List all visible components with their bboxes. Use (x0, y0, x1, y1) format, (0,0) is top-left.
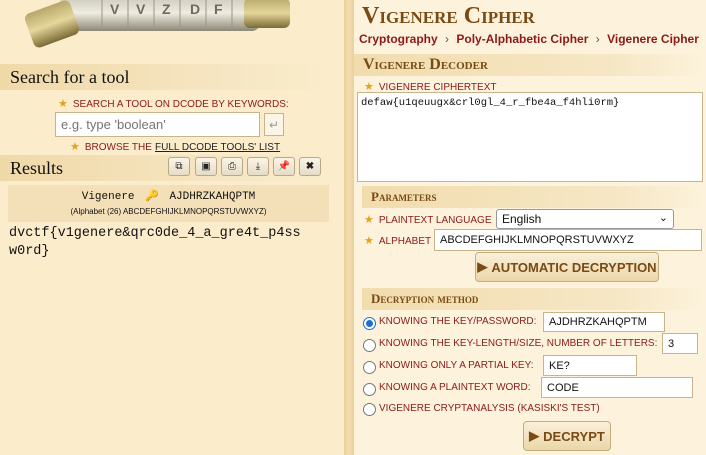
plaintext-word-input[interactable] (541, 377, 693, 398)
result-output-line: dvctf{v1genere&qrc0de_4_a_gre4t_p4ss (9, 226, 301, 241)
play-icon: ▶ (477, 259, 488, 274)
copy-icon[interactable]: ⧉ (168, 157, 190, 176)
browse-tools-line: ★ BROWSE THE FULL DCODE TOOLS' LIST (70, 141, 281, 153)
key-length-label: KNOWING THE KEY-LENGTH/SIZE, NUMBER OF L… (379, 338, 658, 349)
partial-key-label: KNOWING ONLY A PARTIAL KEY: (379, 360, 534, 371)
page-title: Vigenere Cipher (362, 3, 535, 29)
star-icon: ★ (364, 235, 374, 247)
star-icon: ★ (364, 214, 374, 226)
download-icon[interactable]: ⤓ (247, 157, 269, 176)
cryptanalysis-label: VIGENERE CRYPTANALYSIS (KASISKI'S TEST) (379, 403, 600, 414)
results-title: Results (10, 157, 64, 178)
plaintext-language-select[interactable]: English ⌄ (496, 209, 674, 229)
svg-text:F: F (214, 1, 223, 17)
svg-text:V: V (136, 1, 146, 17)
decryption-method-heading: Decryption method (362, 288, 706, 310)
pin-icon[interactable]: 📌 (273, 157, 295, 176)
decrypt-button[interactable]: ▶ DECRYPT (523, 421, 611, 451)
breadcrumb: Cryptography › Poly-Alphabetic Cipher › … (359, 32, 699, 46)
radio-knowing-key[interactable] (363, 317, 376, 330)
save-icon[interactable]: ▣ (195, 157, 217, 176)
radio-key-length[interactable] (363, 339, 376, 352)
panel-divider (344, 0, 354, 455)
play-icon: ▶ (529, 428, 540, 443)
parameters-heading: Parameters (362, 186, 706, 208)
selected-language: English (502, 212, 542, 226)
full-tools-list-link[interactable]: FULL DCODE TOOLS' LIST (155, 142, 280, 153)
plaintext-language-label: ★ PLAINTEXT LANGUAGE (364, 214, 492, 226)
svg-text:Z: Z (162, 1, 171, 17)
radio-plaintext-word[interactable] (363, 383, 376, 396)
plaintext-word-label: KNOWING A PLAINTEXT WORD: (379, 382, 531, 393)
radio-cryptanalysis[interactable] (363, 403, 376, 416)
decrypt-label: DECRYPT (543, 428, 605, 444)
right-panel: Vigenere Cipher Cryptography › Poly-Alph… (354, 0, 706, 455)
ciphertext-textarea[interactable]: defaw{u1qeuugx&crl0gl_4_r_fbe4a_f4hli0rm… (357, 92, 703, 182)
cryptex-logo-image: VVZ DF (0, 0, 344, 62)
key-icon: 🔑 (145, 191, 159, 203)
left-panel: VVZ DF Search for a tool ★ SEARCH A TOOL … (0, 0, 344, 455)
star-icon: ★ (70, 141, 80, 153)
svg-text:V: V (110, 1, 120, 17)
search-keywords-label: ★ SEARCH A TOOL ON DCODE BY KEYWORDS: (58, 98, 289, 110)
key-input[interactable] (543, 312, 665, 332)
result-key: AJDHRZKAHQPTM (169, 191, 256, 203)
result-title-line: Vigenere 🔑 AJDHRZKAHQPTM (8, 189, 329, 203)
alphabet-label: ★ ALPHABET (364, 235, 432, 247)
enter-icon[interactable]: ↵ (264, 113, 284, 136)
print-icon[interactable]: ⎙ (221, 157, 243, 176)
breadcrumb-link[interactable]: Vigenere Cipher (607, 32, 699, 46)
result-output[interactable]: dvctf{v1genere&qrc0de_4_a_gre4t_p4ss w0r… (9, 225, 301, 261)
breadcrumb-link[interactable]: Poly-Alphabetic Cipher (456, 32, 588, 46)
partial-key-input[interactable] (543, 355, 637, 376)
result-header-box: Vigenere 🔑 AJDHRZKAHQPTM (Alphabet (26) … (8, 185, 329, 222)
radio-partial-key[interactable] (363, 361, 376, 374)
result-title: Vigenere (81, 191, 135, 203)
automatic-decryption-button[interactable]: ▶ AUTOMATIC DECRYPTION (475, 252, 659, 282)
alphabet-input[interactable] (434, 229, 702, 251)
dcode-logo: VVZ DF (0, 0, 344, 62)
result-output-line: w0rd} (9, 244, 50, 259)
result-alphabet: (Alphabet (26) ABCDEFGHIJKLMNOPQRSTUVWXY… (70, 207, 267, 216)
svg-text:D: D (190, 1, 200, 17)
key-length-input[interactable] (662, 333, 698, 354)
decoder-heading: Vigenere Decoder (354, 54, 706, 76)
chevron-down-icon: ⌄ (658, 212, 668, 224)
knowing-key-label: KNOWING THE KEY/PASSWORD: (379, 316, 537, 327)
search-heading: Search for a tool (0, 64, 330, 90)
search-input[interactable] (55, 112, 260, 137)
close-icon[interactable]: ✖ (299, 157, 321, 176)
breadcrumb-link[interactable]: Cryptography (359, 32, 438, 46)
star-icon: ★ (58, 98, 68, 110)
auto-decrypt-label: AUTOMATIC DECRYPTION (491, 259, 657, 275)
